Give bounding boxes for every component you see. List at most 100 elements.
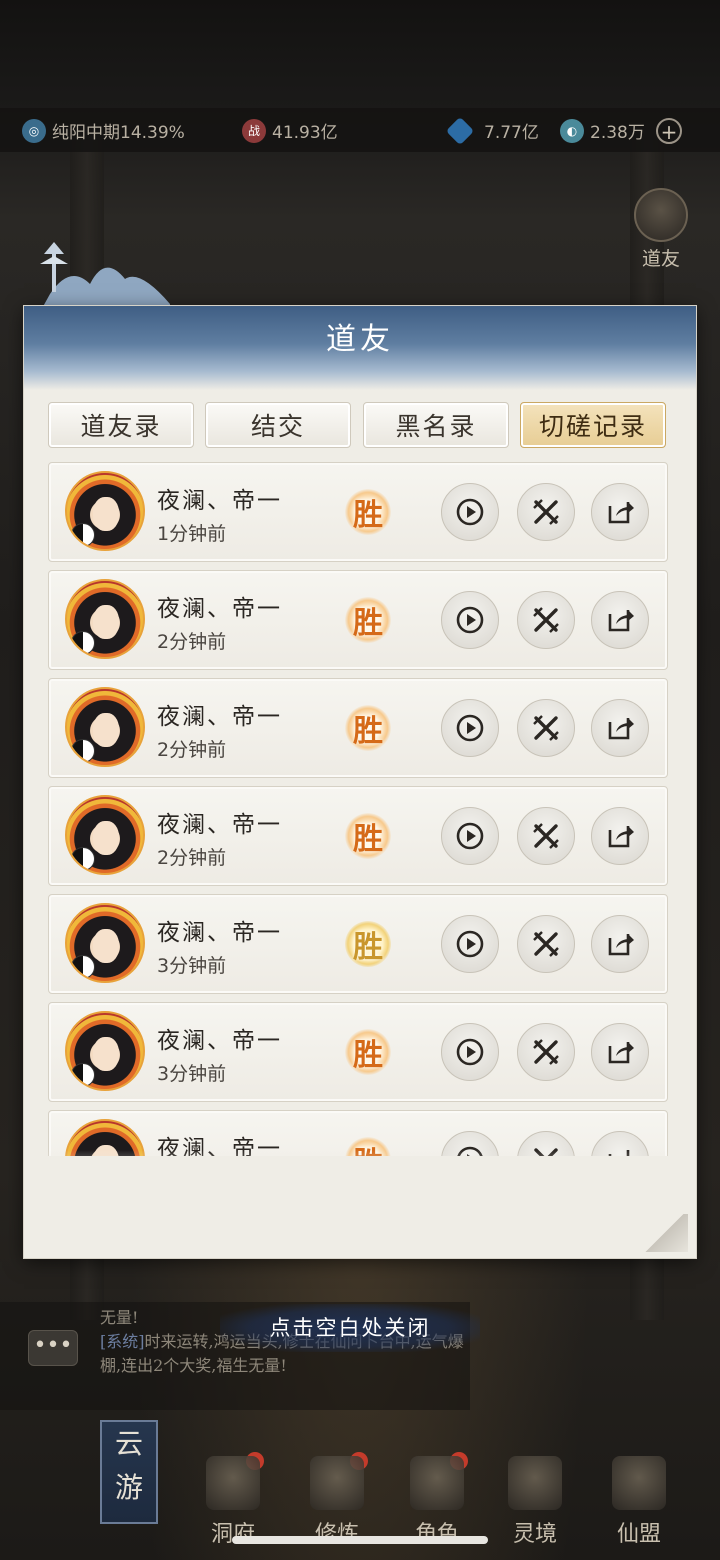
duel-record-list[interactable]: 夜澜、帝一 1分钟前 胜 夜澜、帝一 2分钟前 胜 夜澜、帝一 2分钟前 胜 夜… (44, 462, 676, 1156)
share-button[interactable] (591, 807, 649, 865)
yinyang-icon (71, 847, 95, 871)
player-avatar[interactable] (65, 903, 145, 983)
victory-badge: 胜 (345, 597, 391, 643)
chat-button[interactable]: ••• (28, 1330, 78, 1366)
share-icon (608, 934, 634, 956)
page-curl-decoration (640, 1214, 688, 1252)
yinyang-icon (71, 955, 95, 979)
tap-to-close-hint[interactable]: 点击空白处关闭 (220, 1304, 480, 1352)
player-avatar[interactable] (65, 471, 145, 551)
tab-duel-records[interactable]: 切磋记录 (520, 402, 666, 448)
character-icon (410, 1456, 464, 1510)
duel-record-row: 夜澜、帝一 2分钟前 胜 (48, 570, 668, 670)
replay-button[interactable] (441, 591, 499, 649)
nav-label: 仙盟 (616, 1522, 661, 1547)
nav-cultivation[interactable]: 修炼 (292, 1450, 382, 1550)
duel-button[interactable] (517, 591, 575, 649)
combat-power-icon: 战 (242, 118, 266, 143)
duel-record-row: 夜澜、帝一 3分钟前 胜 (48, 1002, 668, 1102)
replay-button[interactable] (441, 915, 499, 973)
replay-button[interactable] (441, 699, 499, 757)
crossed-swords-icon (533, 607, 559, 633)
gem-stat[interactable]: 7.77亿 (445, 116, 539, 145)
share-icon (608, 502, 634, 524)
replay-button[interactable] (441, 483, 499, 541)
tab-friend-list[interactable]: 道友录 (48, 402, 194, 448)
play-icon (456, 822, 484, 850)
list-scroll-fade (44, 1150, 676, 1198)
home-indicator[interactable] (232, 1536, 488, 1544)
record-time: 3分钟前 (157, 955, 227, 977)
share-icon (608, 610, 634, 632)
replay-button[interactable] (441, 1023, 499, 1081)
crossed-swords-icon (533, 715, 559, 741)
share-icon (608, 1042, 634, 1064)
nav-cave-dwelling[interactable]: 洞府 (188, 1450, 278, 1550)
dialog-title: 道友 (326, 322, 394, 357)
avatar-face (93, 605, 119, 639)
nav-spirit-realm[interactable]: 灵境 (490, 1450, 580, 1550)
coin-value: 2.38万 (590, 123, 645, 143)
spirit-realm-icon (508, 1456, 562, 1510)
player-name: 夜澜、帝一 (157, 704, 282, 730)
duel-button[interactable] (517, 915, 575, 973)
play-icon (456, 930, 484, 958)
record-time: 2分钟前 (157, 739, 227, 761)
duel-button[interactable] (517, 807, 575, 865)
avatar-face (93, 929, 119, 963)
player-avatar[interactable] (65, 687, 145, 767)
victory-badge: 胜 (345, 921, 391, 967)
realm-stat: ◎ 纯阳中期14.39% (22, 118, 185, 143)
duel-button[interactable] (517, 1023, 575, 1081)
record-time: 2分钟前 (157, 631, 227, 653)
share-button[interactable] (591, 591, 649, 649)
player-avatar[interactable] (65, 1011, 145, 1091)
gem-icon (445, 116, 475, 145)
yinyang-icon (71, 631, 95, 655)
player-name: 夜澜、帝一 (157, 488, 282, 514)
gem-value: 7.77亿 (484, 123, 539, 143)
player-avatar[interactable] (65, 795, 145, 875)
share-button[interactable] (591, 915, 649, 973)
tab-blacklist[interactable]: 黑名录 (363, 402, 509, 448)
share-icon (608, 718, 634, 740)
coin-icon: ◐ (560, 118, 584, 143)
yinyang-icon (71, 1063, 95, 1087)
coin-stat[interactable]: ◐ 2.38万 (560, 118, 645, 143)
share-button[interactable] (591, 699, 649, 757)
duel-record-row: 夜澜、帝一 1分钟前 胜 (48, 462, 668, 562)
victory-badge: 胜 (345, 705, 391, 751)
friends-shortcut-button[interactable]: 道友 (630, 188, 692, 271)
crossed-swords-icon (533, 823, 559, 849)
status-bar: ◎ 纯阳中期14.39% 战 41.93亿 7.77亿 ◐ 2.38万 (0, 108, 720, 152)
yinyang-icon (71, 739, 95, 763)
duel-record-row: 夜澜、帝一 2分钟前 胜 (48, 786, 668, 886)
player-name: 夜澜、帝一 (157, 920, 282, 946)
player-name: 夜澜、帝一 (157, 596, 282, 622)
crossed-swords-icon (533, 931, 559, 957)
system-tag: [系统] (100, 1332, 145, 1351)
duel-button[interactable] (517, 699, 575, 757)
tab-make-friends[interactable]: 结交 (205, 402, 351, 448)
duel-record-row: 夜澜、帝一 3分钟前 胜 (48, 894, 668, 994)
duel-button[interactable] (517, 483, 575, 541)
avatar-face (93, 1037, 119, 1071)
share-button[interactable] (591, 1023, 649, 1081)
replay-button[interactable] (441, 807, 499, 865)
cave-dwelling-icon (206, 1456, 260, 1510)
player-name: 夜澜、帝一 (157, 1028, 282, 1054)
avatar-face (93, 497, 119, 531)
friends-shortcut-label: 道友 (641, 248, 680, 270)
cultivation-icon (310, 1456, 364, 1510)
victory-badge: 胜 (345, 813, 391, 859)
avatar-face (93, 821, 119, 855)
nav-immortal-alliance[interactable]: 仙盟 (594, 1450, 684, 1550)
share-button[interactable] (591, 483, 649, 541)
nav-label: 灵境 (512, 1522, 557, 1547)
victory-badge: 胜 (345, 1029, 391, 1075)
add-currency-button[interactable]: + (656, 118, 682, 144)
combat-power-stat: 战 41.93亿 (242, 118, 338, 143)
nav-character[interactable]: 角色 (392, 1450, 482, 1550)
player-avatar[interactable] (65, 579, 145, 659)
friends-avatar-icon (634, 188, 688, 242)
